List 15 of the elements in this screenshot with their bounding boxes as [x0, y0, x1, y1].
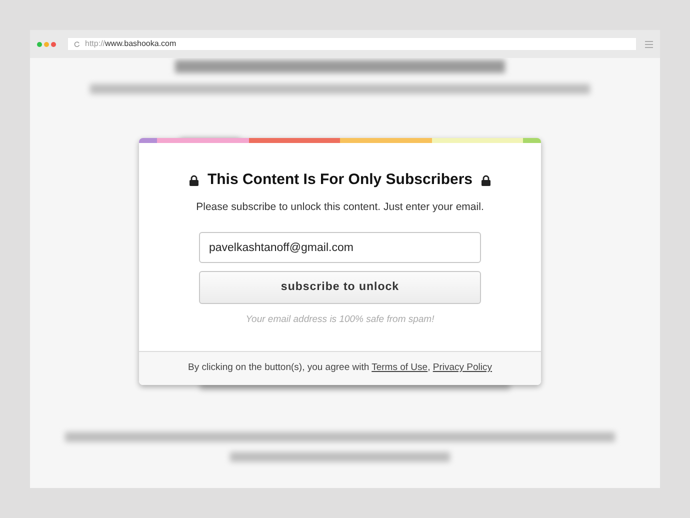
- window-controls-icon: [37, 42, 56, 46]
- address-bar[interactable]: http://www.bashooka.com: [68, 38, 636, 50]
- modal-subtitle: Please subscribe to unlock this content. Just enter your email.: [196, 200, 484, 214]
- subscribe-button[interactable]: subscribe to unlock: [199, 271, 481, 304]
- modal-title: This Content Is For Only Subscribers: [207, 170, 473, 190]
- email-field[interactable]: pavelkashtanoff@gmail.com: [199, 232, 481, 264]
- url-text: http://www.bashooka.com: [85, 40, 176, 48]
- lock-icon: [189, 174, 200, 186]
- policy-link[interactable]: Privacy Policy: [432, 362, 492, 373]
- policy-link[interactable]: Terms of Use: [372, 362, 428, 373]
- reload-icon[interactable]: [74, 41, 80, 47]
- menu-icon[interactable]: [645, 40, 653, 48]
- agreement-text: By clicking on the button(s), you agree with Terms of Use, Privacy Policy: [188, 360, 492, 375]
- spam-note: Your email address is 100% safe from spam!: [246, 313, 434, 328]
- lock-icon: [480, 174, 491, 186]
